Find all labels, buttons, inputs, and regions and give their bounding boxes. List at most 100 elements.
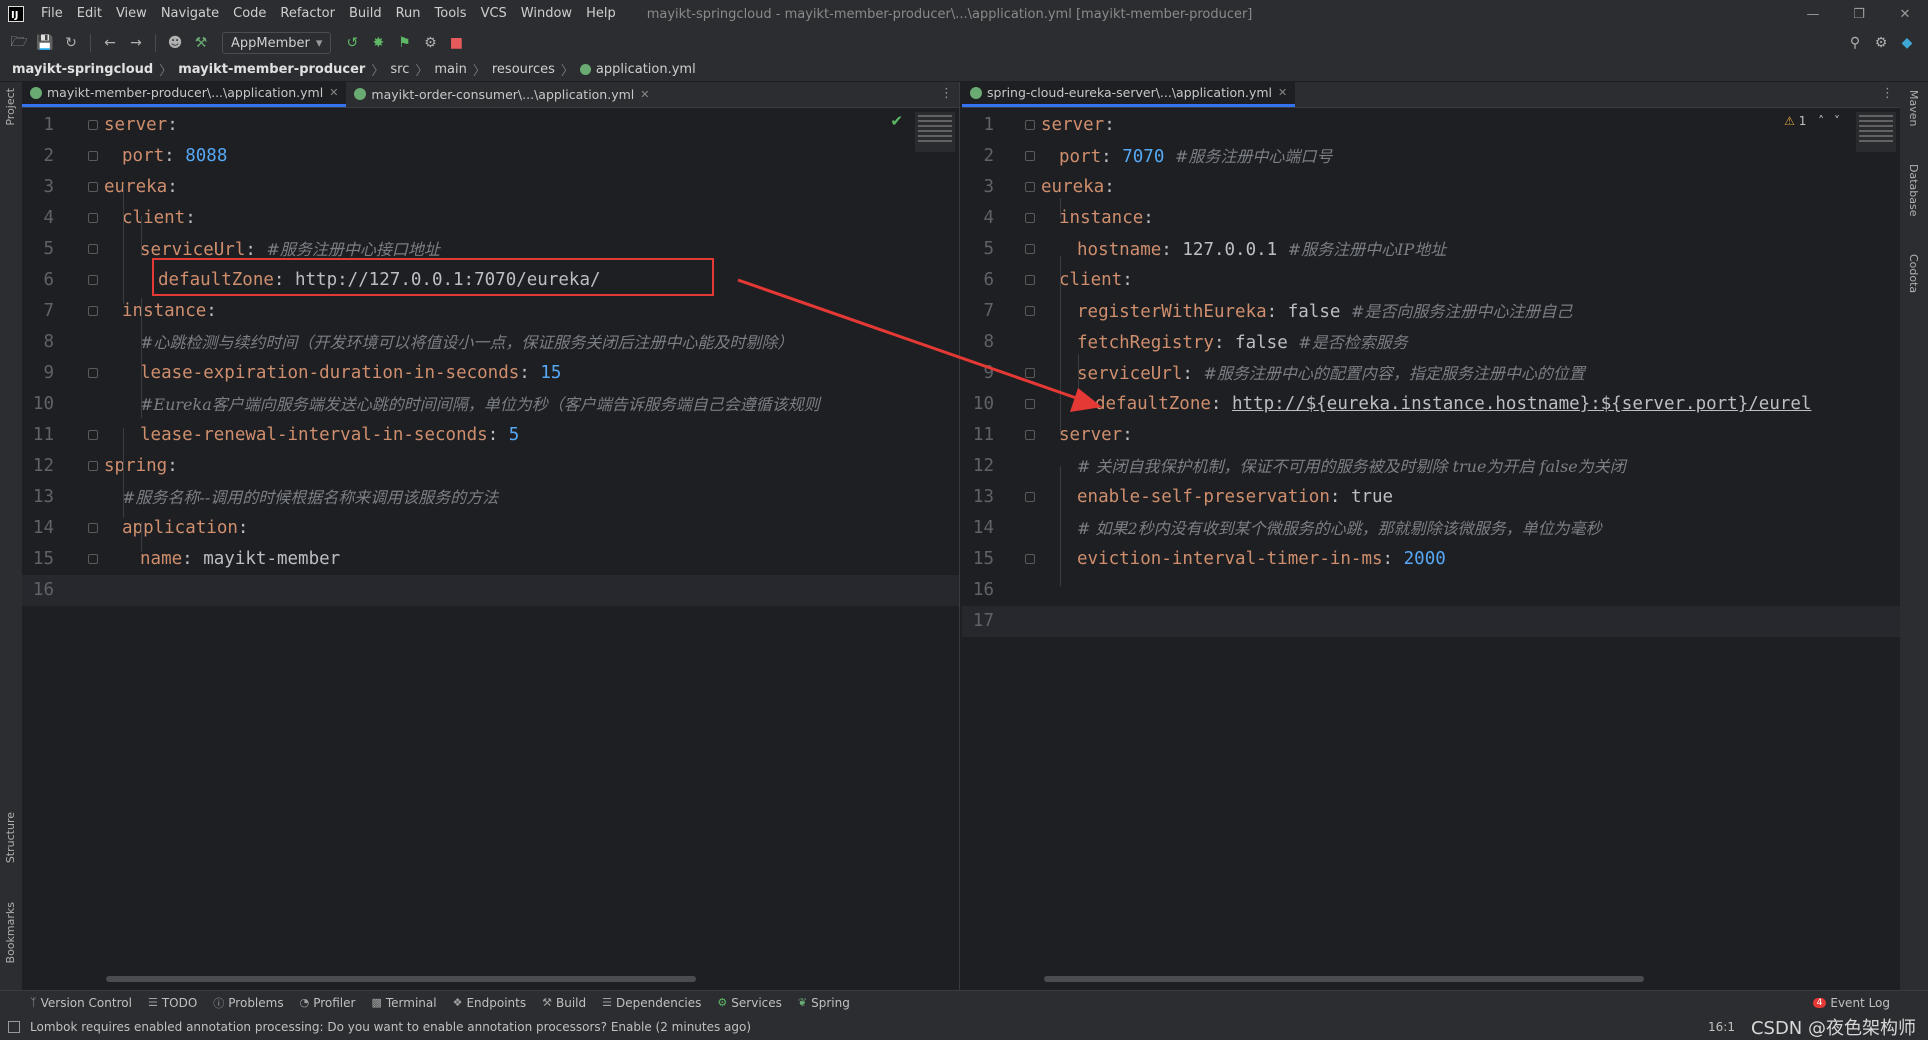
code-line[interactable]: 11 lease-renewal-interval-in-seconds: 5: [22, 420, 959, 451]
status-message[interactable]: Lombok requires enabled annotation proce…: [30, 1020, 751, 1034]
menu-item-tools[interactable]: Tools: [428, 0, 474, 28]
fold-marker-icon[interactable]: [88, 275, 98, 285]
project-tool-tab[interactable]: Project: [4, 88, 17, 126]
code-line[interactable]: 2 port: 8088: [22, 141, 959, 172]
line-number[interactable]: 2: [22, 141, 54, 172]
breadcrumb-item[interactable]: mayikt-springcloud: [12, 62, 153, 77]
bookmarks-tool-tab[interactable]: Bookmarks: [4, 902, 17, 963]
profile-icon[interactable]: ⚙: [419, 32, 441, 54]
fold-marker-icon[interactable]: [88, 554, 98, 564]
menu-item-edit[interactable]: Edit: [70, 0, 109, 28]
breadcrumb-item[interactable]: application.yml: [596, 62, 696, 77]
inspection-ok-icon[interactable]: ✔: [890, 112, 903, 130]
line-number[interactable]: 16: [962, 575, 994, 606]
fold-marker-icon[interactable]: [88, 120, 98, 130]
rerun-icon[interactable]: ↺: [341, 32, 363, 54]
menu-item-run[interactable]: Run: [389, 0, 428, 28]
code-line[interactable]: 7 registerWithEureka: false #是否向服务注册中心注册自…: [962, 296, 1900, 327]
close-tab-icon[interactable]: ✕: [1278, 86, 1287, 99]
user-icon[interactable]: ☻: [164, 32, 186, 54]
line-number[interactable]: 4: [22, 203, 54, 234]
fold-marker-icon[interactable]: [88, 523, 98, 533]
line-number[interactable]: 2: [962, 141, 994, 172]
line-number[interactable]: 10: [22, 389, 54, 420]
fold-marker-icon[interactable]: [88, 306, 98, 316]
menu-item-build[interactable]: Build: [342, 0, 389, 28]
forward-icon[interactable]: →: [125, 32, 147, 54]
line-number[interactable]: 8: [22, 327, 54, 358]
chevron-up-icon[interactable]: ˄: [1818, 114, 1824, 128]
breadcrumb-item[interactable]: mayikt-member-producer: [178, 62, 365, 77]
editor-tab[interactable]: mayikt-member-producer\...\application.y…: [22, 82, 347, 107]
sync-icon[interactable]: ↻: [60, 32, 82, 54]
code-line[interactable]: 9 serviceUrl: #服务注册中心的配置内容，指定服务注册中心的位置: [962, 358, 1900, 389]
line-number[interactable]: 3: [962, 172, 994, 203]
fold-marker-icon[interactable]: [88, 151, 98, 161]
maven-tool-tab[interactable]: Maven: [1907, 90, 1920, 126]
minimap[interactable]: [1856, 112, 1896, 152]
intellij-logo-icon[interactable]: IJ: [8, 6, 24, 22]
code-line[interactable]: 9 lease-expiration-duration-in-seconds: 1…: [22, 358, 959, 389]
close-tab-icon[interactable]: ✕: [329, 86, 338, 99]
fold-marker-icon[interactable]: [88, 461, 98, 471]
line-number[interactable]: 11: [962, 420, 994, 451]
version-control-tool[interactable]: ᛉ Version Control: [30, 996, 132, 1010]
warning-indicator[interactable]: ⚠ 1 ˄ ˅: [1784, 114, 1840, 128]
todo-tool[interactable]: ☰ TODO: [148, 996, 197, 1010]
code-line[interactable]: 8 fetchRegistry: false #是否检索服务: [962, 327, 1900, 358]
fold-marker-icon[interactable]: [1025, 554, 1035, 564]
build-hammer-icon[interactable]: ⚒: [190, 32, 212, 54]
codota-tool-tab[interactable]: Codota: [1907, 254, 1920, 293]
code-line[interactable]: 5 hostname: 127.0.0.1 #服务注册中心IP地址: [962, 234, 1900, 265]
more-options-icon[interactable]: ⋮: [940, 86, 953, 101]
menu-item-refactor[interactable]: Refactor: [273, 0, 342, 28]
plugin-icon[interactable]: ◆: [1896, 32, 1918, 54]
breadcrumb-item[interactable]: main: [434, 62, 466, 77]
chevron-down-icon[interactable]: ˅: [1834, 114, 1840, 128]
line-number[interactable]: 15: [22, 544, 54, 575]
fold-marker-icon[interactable]: [1025, 213, 1035, 223]
code-line[interactable]: 3 eureka:: [22, 172, 959, 203]
fold-marker-icon[interactable]: [88, 182, 98, 192]
line-number[interactable]: 13: [962, 482, 994, 513]
coverage-icon[interactable]: ⚑: [393, 32, 415, 54]
line-number[interactable]: 10: [962, 389, 994, 420]
code-line[interactable]: 6 client:: [962, 265, 1900, 296]
search-icon[interactable]: ⚲: [1844, 32, 1866, 54]
code-line[interactable]: 14 application:: [22, 513, 959, 544]
endpoints-tool[interactable]: ❖ Endpoints: [453, 996, 527, 1010]
menu-item-vcs[interactable]: VCS: [474, 0, 514, 28]
code-line[interactable]: 16: [962, 575, 1900, 606]
services-tool[interactable]: ⚙ Services: [717, 996, 781, 1010]
code-line[interactable]: 4 instance:: [962, 203, 1900, 234]
horizontal-scrollbar[interactable]: [106, 976, 696, 982]
code-line[interactable]: 15 eviction-interval-timer-in-ms: 2000: [962, 544, 1900, 575]
line-number[interactable]: 16: [22, 575, 54, 606]
code-line[interactable]: 10 defaultZone: http://${eureka.instance.…: [962, 389, 1900, 420]
fold-marker-icon[interactable]: [88, 213, 98, 223]
fold-marker-icon[interactable]: [1025, 430, 1035, 440]
line-number[interactable]: 14: [22, 513, 54, 544]
fold-marker-icon[interactable]: [1025, 306, 1035, 316]
fold-marker-icon[interactable]: [1025, 120, 1035, 130]
line-number[interactable]: 4: [962, 203, 994, 234]
restore-icon[interactable]: ❐: [1836, 0, 1882, 28]
menu-item-navigate[interactable]: Navigate: [154, 0, 226, 28]
line-number[interactable]: 13: [22, 482, 54, 513]
save-icon[interactable]: 💾: [34, 32, 56, 54]
line-number[interactable]: 15: [962, 544, 994, 575]
line-number[interactable]: 8: [962, 327, 994, 358]
profiler-tool[interactable]: ◔ Profiler: [300, 996, 356, 1010]
editor-tab[interactable]: mayikt-order-consumer\...\application.ym…: [346, 82, 657, 107]
back-icon[interactable]: ←: [99, 32, 121, 54]
code-line[interactable]: 4 client:: [22, 203, 959, 234]
code-line[interactable]: 17: [962, 606, 1900, 637]
fold-marker-icon[interactable]: [1025, 151, 1035, 161]
code-area[interactable]: 1 server: 2 port: 8088 3 eureka: 4 client: 5 s…: [22, 108, 959, 606]
code-line[interactable]: 7 instance:: [22, 296, 959, 327]
code-line[interactable]: 1 server:: [22, 110, 959, 141]
code-line[interactable]: 16: [22, 575, 959, 606]
code-line[interactable]: 13 enable-self-preservation: true: [962, 482, 1900, 513]
line-number[interactable]: 7: [22, 296, 54, 327]
structure-tool-tab[interactable]: Structure: [4, 812, 17, 863]
